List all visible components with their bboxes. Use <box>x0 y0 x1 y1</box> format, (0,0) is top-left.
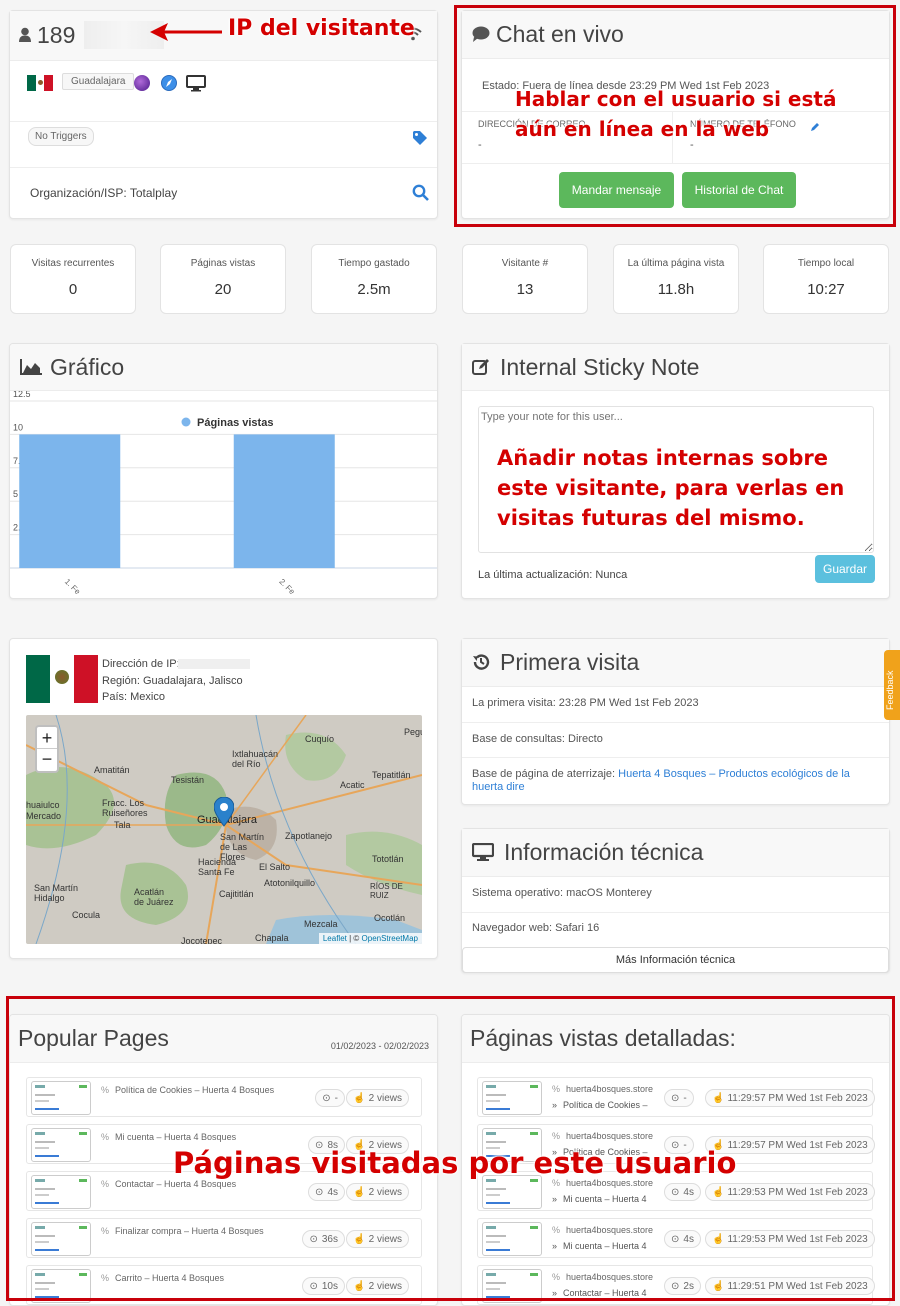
edit-note-icon <box>472 358 490 381</box>
notes-annotation: Añadir notas internas sobre este visitan… <box>497 446 845 530</box>
chart-bar <box>233 434 335 568</box>
zoom-control: + − <box>35 725 59 773</box>
browser-text: Navegador web: Safari 16 <box>472 922 600 934</box>
chart-xtick-label: 2. Fe <box>277 577 297 597</box>
map-label-tototlan: Tototlán <box>372 854 404 864</box>
chart-legend-label: Páginas vistas <box>197 417 273 429</box>
save-note-button[interactable]: Guardar <box>815 555 875 583</box>
map-label-hacienda-santa-fe: Hacienda Santa Fe <box>198 857 237 877</box>
region-text: Región: Guadalajara, Jalisco <box>102 675 243 687</box>
map-label-huaiulco: huaiulco <box>26 800 60 810</box>
pages-annotation: Páginas visitadas por este usuario <box>173 1146 737 1180</box>
map-label-amatitan: Amatitán <box>94 765 130 775</box>
map-label-ruisenores: Fracc. Los Ruiseñores <box>102 798 148 818</box>
chart-xtick-label: 1. Fe <box>63 577 83 597</box>
chart-panel: Gráfico 12.5107.552.51. Fe2. FePáginas v… <box>9 343 438 599</box>
map-label-pegu: Pegu <box>404 727 422 737</box>
stat-time-spent: Tiempo gastado 2.5m <box>311 244 437 314</box>
ip-arrow-annotation <box>150 20 222 49</box>
map-label-ocotlan: Ocotlán <box>374 913 406 923</box>
landing-page-row: Base de página de aterrizaje: Huerta 4 B… <box>472 768 872 794</box>
chart-legend-marker <box>181 417 191 427</box>
map-attribution: Leaflet | © OpenStreetMap <box>318 933 422 944</box>
map-label-ixtlahuacan: Ixtlahuacán del Río <box>232 749 279 769</box>
location-panel: Dirección de IP: Región: Guadalajara, Ja… <box>9 638 438 959</box>
mexico-flag-icon <box>27 75 54 91</box>
more-tech-info-button[interactable]: Más Información técnica <box>462 947 889 973</box>
ip-address-label: Dirección de IP: <box>102 658 180 670</box>
map-label-el-salto: El Salto <box>259 862 291 872</box>
map-label-mezcala: Mezcala <box>304 919 338 929</box>
stat-returning-visits: Visitas recurrentes 0 <box>10 244 136 314</box>
chat-annotation-line1: Hablar con el usuario si está <box>515 87 837 111</box>
map-label-cuquio: Cuquío <box>305 734 335 744</box>
zoom-in-button[interactable]: + <box>37 727 57 749</box>
zoom-out-button[interactable]: − <box>37 749 57 771</box>
chat-highlight-box <box>454 5 896 227</box>
note-last-updated: La última actualización: Nunca <box>478 569 628 581</box>
tech-info-title: Información técnica <box>504 839 704 865</box>
browser-icon <box>134 75 150 91</box>
chat-annotation-line2: aún en línea en la web <box>515 117 770 141</box>
desktop-icon <box>186 75 206 97</box>
referrer-text: Base de consultas: Directo <box>472 733 603 745</box>
leaflet-link[interactable]: Leaflet <box>323 934 347 943</box>
first-visit-title: Primera visita <box>500 649 640 675</box>
map-label-rios-de-ruiz: RÍOS DE RUIZ <box>370 882 403 900</box>
map-label-jocotepec: Jocotepec <box>181 936 223 944</box>
city-badge: Guadalajara <box>62 73 135 90</box>
map-label-tepatitlan: Tepatitlán <box>372 770 411 780</box>
map-label-cajititlan: Cajititlán <box>219 889 254 899</box>
map-label-tala: Tala <box>114 820 131 830</box>
landing-page-label: Base de página de aterrizaje: <box>472 768 619 780</box>
tag-icon[interactable] <box>412 130 428 151</box>
map-label-tesistan: Tesistán <box>171 775 205 785</box>
os-text: Sistema operativo: macOS Monterey <box>472 887 652 899</box>
map-label-atotonilquillo: Atotonilquillo <box>264 878 316 888</box>
area-chart-icon <box>20 358 42 380</box>
map-pin-icon[interactable] <box>213 796 235 832</box>
chart-bar <box>19 434 121 568</box>
map[interactable]: Cuquío Ixtlahuacán del Río Amatitán Tesi… <box>26 715 422 944</box>
safari-icon <box>161 75 177 91</box>
chart-ytick-label: 5 <box>13 489 18 499</box>
stat-pages-viewed: Páginas vistas 20 <box>160 244 286 314</box>
visitor-ip: 189 <box>37 22 76 48</box>
first-visit-panel: Primera visita La primera visita: 23:28 … <box>461 638 890 805</box>
map-label-cocula: Cocula <box>72 910 101 920</box>
visitor-card: 189 Guadalajara No Triggers Organización… <box>9 10 438 219</box>
feedback-tab[interactable]: Feedback <box>884 650 900 720</box>
user-icon <box>19 27 31 48</box>
ip-address-redacted <box>178 659 250 669</box>
monitor-icon <box>471 842 495 866</box>
country-text: País: Mexico <box>102 691 165 703</box>
first-visit-date: La primera visita: 23:28 PM Wed 1st Feb … <box>472 697 699 709</box>
ip-annotation: IP del visitante <box>228 16 415 41</box>
map-label-acatic: Acatic <box>340 780 365 790</box>
history-icon <box>472 653 490 676</box>
map-label-mercado: Mercado <box>26 811 62 821</box>
stat-last-page-viewed: La última página vista 11.8h <box>613 244 739 314</box>
sticky-note-title: Internal Sticky Note <box>500 353 700 380</box>
search-icon[interactable] <box>412 184 429 206</box>
mexico-flag-large-icon <box>26 655 98 703</box>
map-label-acatlan: Acatlán de Juárez <box>134 887 174 907</box>
isp-text: Organización/ISP: Totalplay <box>30 186 178 200</box>
chart-title: Gráfico <box>50 353 125 380</box>
stat-local-time: Tiempo local 10:27 <box>763 244 889 314</box>
chart-svg: 12.5107.552.51. Fe2. FePáginas vistas <box>10 391 437 597</box>
stat-visitor-number: Visitante #13 <box>462 244 588 314</box>
map-label-san-martin-hidalgo: San Martín Hidalgo <box>34 883 79 903</box>
chart-ytick-label: 12.5 <box>13 391 31 399</box>
osm-link[interactable]: OpenStreetMap <box>362 934 418 943</box>
tech-info-panel: Información técnica Sistema operativo: m… <box>461 828 890 973</box>
map-label-chapala: Chapala <box>255 933 289 943</box>
triggers-badge: No Triggers <box>28 127 94 146</box>
chart-ytick-label: 10 <box>13 422 23 432</box>
visitor-tags-row: Guadalajara <box>10 61 437 121</box>
map-label-zapotlanejo: Zapotlanejo <box>285 831 333 841</box>
